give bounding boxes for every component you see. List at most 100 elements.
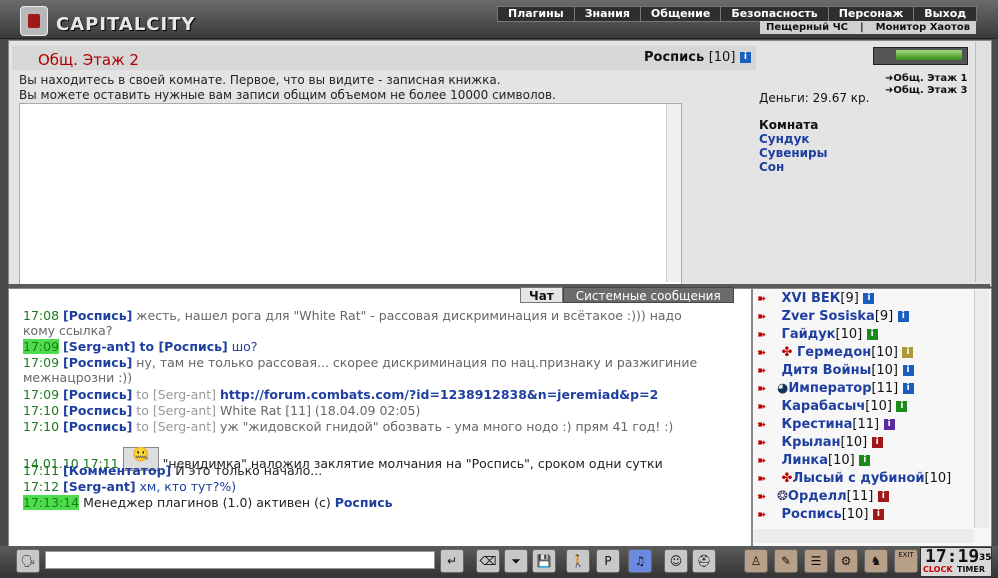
list-item[interactable]: ➽ ❂Орделл[11] i <box>757 489 889 504</box>
main-menu: Плагины Знания Общение Безопасность Перс… <box>497 6 978 22</box>
character-icon[interactable]: ♙ <box>744 549 768 573</box>
list-item[interactable]: ➽ Роспись[10] i <box>757 507 884 522</box>
walk-icon[interactable]: 🚶 <box>566 549 590 573</box>
info-icon[interactable]: i <box>872 509 884 520</box>
chat-line: 17:10 [Роспись] to [Serg-ant] White Rat … <box>23 403 421 418</box>
menu-security[interactable]: Безопасность <box>720 7 827 21</box>
helmet-icon[interactable]: ⛑ <box>692 549 716 573</box>
chat-line: 17:13:14 Менеджер плагинов (1.0) активен… <box>23 495 393 510</box>
clock-label[interactable]: CLOCK <box>923 565 953 574</box>
list-item[interactable]: ➽ Дитя Войны[10] i <box>757 363 914 378</box>
notepad-scrollbar[interactable] <box>666 104 681 282</box>
nav-floor3[interactable]: ➜Общ. Этаж 3 <box>885 78 967 97</box>
tab-system-messages[interactable]: Системные сообщения <box>562 287 734 303</box>
pl-icon[interactable]: P <box>596 549 620 573</box>
chat-line: 17:10 [Роспись] to [Serg-ant] уж "жидовс… <box>23 419 674 434</box>
menu-exit[interactable]: Выход <box>913 7 976 21</box>
chat-nick[interactable]: [Роспись] <box>63 387 132 402</box>
list-item[interactable]: ➽ Карабасыч[10] i <box>757 399 908 414</box>
clock-time: 17:19 <box>925 546 980 567</box>
clan-icon: ✤ <box>781 471 793 486</box>
list-item[interactable]: ➽ Гайдук[10] i <box>757 327 878 342</box>
notepad-textarea[interactable] <box>19 103 682 285</box>
list-item[interactable]: ➽ ✤Лысый с дубиной[10] <box>757 471 951 486</box>
submenu-chaos-monitor[interactable]: Монитор Хаотов <box>870 21 976 34</box>
info-icon[interactable]: i <box>902 383 914 394</box>
save-icon[interactable]: 💾 <box>532 549 556 573</box>
clock-widget: 17:19 35 CLOCK TIMER <box>920 546 992 577</box>
scroll-icon[interactable]: ☰ <box>804 549 828 573</box>
exit-button[interactable]: EXIT <box>894 549 918 573</box>
info-icon[interactable]: i <box>902 347 914 358</box>
arrow-icon: ➽ <box>757 328 767 341</box>
quill-icon[interactable]: ✎ <box>774 549 798 573</box>
chat-input[interactable] <box>45 551 435 569</box>
gear-icon[interactable]: ⚙ <box>834 549 858 573</box>
room-user[interactable]: Роспись [10] i <box>644 50 751 65</box>
logo-text: CAPITALCITY <box>56 14 196 35</box>
info-icon[interactable]: i <box>739 52 751 63</box>
chat-nick[interactable]: [Роспись] <box>63 308 132 323</box>
menu-communication[interactable]: Общение <box>639 7 720 21</box>
send-icon[interactable]: ↵ <box>440 549 464 573</box>
info-icon[interactable]: i <box>883 419 895 430</box>
list-item[interactable]: ➽ Zver Sosiska[9] i <box>757 309 909 324</box>
music-icon[interactable]: ♫ <box>628 549 652 573</box>
arrow-icon: ➽ <box>757 508 767 521</box>
chat-nick[interactable]: [Роспись] <box>63 355 132 370</box>
list-item[interactable]: ➽ ◕Император[11] i <box>757 381 914 396</box>
info-icon[interactable]: i <box>877 491 889 502</box>
menu-character[interactable]: Персонаж <box>827 7 914 21</box>
chat-tabs: Чат Системные сообщения <box>520 287 734 303</box>
chat-nick[interactable]: Роспись <box>335 495 393 510</box>
room-user-name[interactable]: Роспись <box>644 50 704 65</box>
menu-knowledge[interactable]: Знания <box>573 7 640 21</box>
timer-label[interactable]: TIMER <box>957 565 985 574</box>
clan-icon: ◕ <box>777 381 789 396</box>
user-list-scrollbar-vertical[interactable] <box>974 290 989 528</box>
info-icon[interactable]: i <box>896 401 908 412</box>
user-list-scrollbar-horizontal[interactable] <box>754 529 974 543</box>
info-icon[interactable]: i <box>863 293 875 304</box>
list-item[interactable]: ➽ Крылан[10] i <box>757 435 883 450</box>
list-item[interactable]: ➽ Линка[10] i <box>757 453 871 468</box>
arrow-icon: ➽ <box>757 454 767 467</box>
tab-chat[interactable]: Чат <box>520 287 563 303</box>
room-title: Общ. Этаж 2 <box>38 51 139 69</box>
submenu-cave-chs[interactable]: Пещерный ЧС <box>760 21 854 34</box>
chat-nick[interactable]: [Serg-ant] <box>63 339 136 354</box>
chat-nick[interactable]: [Роспись] <box>63 403 132 418</box>
list-item[interactable]: ➽ XVI ВЕК[9] i <box>757 291 875 306</box>
info-icon[interactable]: i <box>897 311 909 322</box>
arrow-icon: ➽ <box>757 382 767 395</box>
clock-seconds: 35 <box>979 553 992 563</box>
menu-plugins[interactable]: Плагины <box>498 7 574 21</box>
room-link-sleep[interactable]: Сон <box>759 160 784 174</box>
chat-line: 17:09 [Serg-ant] to [Роспись] шо? <box>23 339 258 354</box>
list-item[interactable]: ➽ Крестина[11] i <box>757 417 895 432</box>
speaker-icon[interactable]: 🗣 <box>16 549 40 573</box>
list-item[interactable]: ➽ ✤ Гермедон[10] i <box>757 345 914 360</box>
chat-line: 17:12 [Serg-ant] хм, кто тут?%) <box>23 479 237 494</box>
chat-link[interactable]: http://forum.combats.com/?id=1238912838&… <box>220 387 658 402</box>
chat-line: 17:11 [Комментатор] И это только начало.… <box>23 463 323 478</box>
chat-nick[interactable]: [Роспись] <box>63 419 132 434</box>
cat-icon[interactable]: ♞ <box>864 549 888 573</box>
panel-scrollbar[interactable] <box>975 42 990 282</box>
chat-log: 17:08 [Роспись] жесть, нашел рога для "W… <box>8 288 752 548</box>
room-link-souvenirs[interactable]: Сувениры <box>759 146 828 160</box>
room-description-line2: Вы можете оставить нужные вам записи общ… <box>19 88 556 102</box>
room-link-chest[interactable]: Сундук <box>759 132 810 146</box>
info-icon[interactable]: i <box>871 437 883 448</box>
eraser-icon[interactable]: ⌫ <box>476 549 500 573</box>
info-icon[interactable]: i <box>866 329 878 340</box>
smile-icon[interactable]: ☺ <box>664 549 688 573</box>
filter-icon[interactable]: ⏷ <box>504 549 528 573</box>
room-user-level: [10] <box>708 50 736 65</box>
chat-nick[interactable]: [Комментатор] <box>63 463 171 478</box>
chat-nick[interactable]: [Serg-ant] <box>63 479 136 494</box>
logo-emblem-icon <box>20 6 48 36</box>
info-icon[interactable]: i <box>859 455 871 466</box>
user-list: ➽ XVI ВЕК[9] i ➽ Zver Sosiska[9] i ➽ Гай… <box>752 288 992 548</box>
info-icon[interactable]: i <box>902 365 914 376</box>
